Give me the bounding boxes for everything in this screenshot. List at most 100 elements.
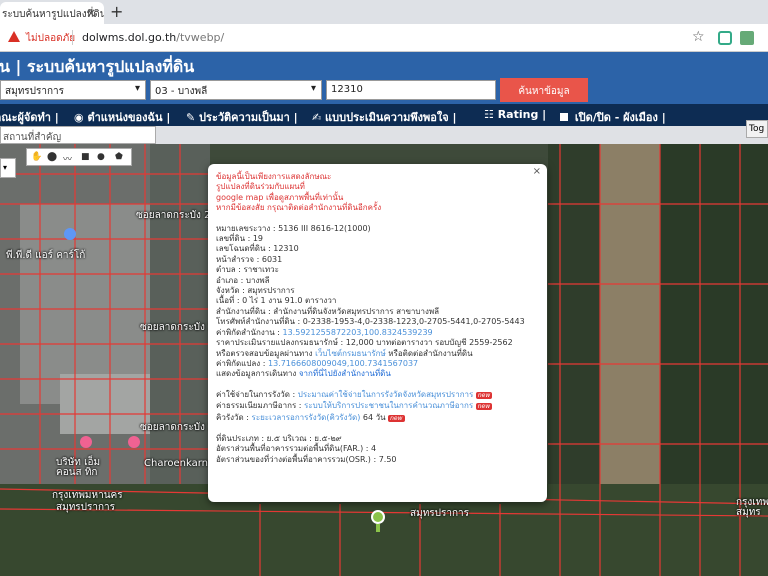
polyline-icon[interactable]: 〰 xyxy=(63,152,73,165)
chevron-down-icon: ▾ xyxy=(3,163,8,172)
parcel-coordinate: ค่าพิกัดแปลง : 13.7166608009049,100.7341… xyxy=(216,359,539,369)
browser-tabbar: ระบบค้นหารูปแปลงที่ดิน × + xyxy=(0,0,768,24)
tab-close-icon[interactable]: × xyxy=(86,6,96,20)
url-host: dolwms.dol.go.th xyxy=(82,31,177,44)
fee-line: ค่าธรรมเนียมภาษีอากร : ระบบให้บริการประช… xyxy=(216,401,539,412)
chevron-down-icon: ▾ xyxy=(310,83,316,94)
address-bar[interactable]: ไม่ปลอดภัย dolwms.dol.go.th/tvwebp/ ☆ xyxy=(0,24,768,52)
url-text[interactable]: dolwms.dol.go.th/tvwebp/ xyxy=(82,31,224,44)
map-label-company: บริษัท เอ็ม คอนส ทิก xyxy=(56,457,101,478)
route-link[interactable]: จากที่นี่ไปยังสำนักงานที่ดิน xyxy=(299,369,391,378)
far-line: อัตราส่วนพื้นที่อาคารรวมต่อพื้นที่ดิน(FA… xyxy=(216,444,377,454)
detail-line: หน้าสำรวจ : 6031 xyxy=(216,254,283,264)
menu-item-label: Rating xyxy=(497,108,539,121)
parcel-coordinate-link[interactable]: 13.7166608009049,100.7341567037 xyxy=(268,359,418,368)
map-type-dropdown[interactable]: ▾ xyxy=(0,158,16,178)
site-header: ที่ดิน | ระบบค้นหารูปแปลงที่ดิน xyxy=(0,52,768,78)
queue-label: คิวรังวัด : xyxy=(216,412,252,422)
detail-line: หมายเลขระวาง : 5136 III 8616-12(1000) xyxy=(216,223,371,233)
url-path: /tvwebp/ xyxy=(176,31,225,44)
check-suffix: หรือติดต่อสำนักงานที่ดิน xyxy=(385,348,473,358)
cost-line: ค่าใช้จ่ายในการรังวัด : ประมาณค่าใช้จ่าย… xyxy=(216,390,539,401)
parcel-info-popup: × ข้อมูลนี้เป็นเพียงการแสดงลักษณะ รูปแปล… xyxy=(208,164,547,502)
cost-link[interactable]: ประมาณค่าใช้จ่ายในการรังวัดจังหวัดสมุทรป… xyxy=(298,390,474,399)
detail-line: เนื้อที่ : 0 ไร่ 1 งาน 91.0 ตารางวา xyxy=(216,296,337,306)
check-prefix: หรือตรวจสอบข้อมูลผ่านทาง xyxy=(216,348,316,358)
zoning-line: ที่ดินประเภท : ย.๕ บริเวณ : ย.๕-๒๙ xyxy=(216,433,342,443)
top-menu: คณะผู้จัดทำ | ◉ ตำแหน่งของฉัน | ✎ ประวัต… xyxy=(0,104,768,126)
map-pin-icon[interactable] xyxy=(64,228,76,240)
menu-item-label: แบบประเมินความพึงพอใจ xyxy=(325,111,449,124)
office-coordinate: ค่าพิกัดสำนักงาน : 13.5921255872203,100.… xyxy=(216,328,539,338)
warning-icon xyxy=(8,31,20,42)
menu-item-label: ประวัติความเป็นมา xyxy=(199,111,290,124)
notice-line: หากมีข้อสงสัย กรุณาติดต่อสำนักงานที่ดินอ… xyxy=(216,203,382,213)
insecure-label[interactable]: ไม่ปลอดภัย xyxy=(26,31,75,46)
detail-line: ตำบล : ราชาเทวะ xyxy=(216,265,279,275)
map-label-road: ซอยลาดกระบัง 2 xyxy=(140,422,215,433)
parcel-marker-tail xyxy=(376,524,380,532)
notice-line: ข้อมูลนี้เป็นเพียงการแสดงลักษณะ xyxy=(216,172,332,181)
chevron-down-icon: ▾ xyxy=(134,83,140,94)
route-prefix: แสดงข้อมูลการเดินทาง xyxy=(216,369,299,379)
menu-item-zoning-toggle[interactable]: เปิด/ปิด - ผังเมือง | xyxy=(560,108,666,126)
map-label-road: ซอยลาดกระบัง 2 xyxy=(136,210,211,221)
province-value: สมุทรปราการ xyxy=(5,86,65,97)
office-coordinate-label: ค่าพิกัดสำนักงาน : xyxy=(216,327,283,337)
close-icon[interactable]: × xyxy=(533,166,541,177)
queue-link[interactable]: ระยะเวลารอการรังวัด(คิวรังวัด) xyxy=(252,413,361,422)
cost-label: ค่าใช้จ่ายในการรังวัด : xyxy=(216,389,298,399)
new-badge: new xyxy=(475,391,493,399)
map-label-province: สมุทรปราการ xyxy=(56,502,116,513)
treasury-website-link[interactable]: เว็บไซต์กรมธนารักษ์ xyxy=(315,349,386,358)
drawing-toolbar: ✋ ⬤ 〰 ■ ● ⬟ xyxy=(26,148,132,166)
fee-label: ค่าธรรมเนียมภาษีอากร : xyxy=(216,401,305,411)
rectangle-icon[interactable]: ■ xyxy=(81,152,91,162)
map-pin-icon[interactable] xyxy=(128,436,140,448)
menu-item-survey[interactable]: ✍ แบบประเมินความพึงพอใจ | xyxy=(312,108,457,126)
office-coordinate-link[interactable]: 13.5921255872203,100.8324539239 xyxy=(283,328,433,337)
page-title: ที่ดิน | ระบบค้นหารูปแปลงที่ดิน xyxy=(0,57,195,76)
extension-icon-2[interactable] xyxy=(740,31,754,45)
search-button[interactable]: ค้นหาข้อมูล xyxy=(500,78,588,102)
menu-item-history[interactable]: ✎ ประวัติความเป็นมา | xyxy=(186,108,298,126)
fee-link[interactable]: ระบบให้บริการประชาชนในการคำนวณภาษีอากร xyxy=(304,401,473,410)
price-line: ราคาประเมินรายแปลงกรมธนารักษ์ : 12,000 บ… xyxy=(216,338,513,348)
menu-item-rating[interactable]: ☷ Rating | xyxy=(484,108,546,121)
detail-line: เลขที่ดิน : 19 xyxy=(216,234,264,244)
notice-line: รูปแปลงที่ดินร่วมกับแผนที่ xyxy=(216,182,305,192)
address-divider xyxy=(72,30,73,45)
menu-item-label: เปิด/ปิด - ผังเมือง xyxy=(574,111,658,124)
extension-icon[interactable] xyxy=(718,31,732,45)
detail-line: เลขโฉนดที่ดิน : 12310 xyxy=(216,244,299,254)
queue-value: 64 วัน xyxy=(360,412,386,422)
place-search-input[interactable]: สถานที่สำคัญ xyxy=(0,126,156,144)
checkbox-icon xyxy=(560,113,568,121)
toggle-button[interactable]: Tog xyxy=(746,120,768,138)
polygon-icon[interactable]: ⬟ xyxy=(115,152,125,162)
district-select[interactable]: 03 - บางพลี ▾ xyxy=(150,80,322,100)
new-tab-icon[interactable]: + xyxy=(110,2,123,21)
map-pin-icon[interactable] xyxy=(80,436,92,448)
bookmark-star-icon[interactable]: ☆ xyxy=(692,29,705,45)
district-value: 03 - บางพลี xyxy=(155,86,208,97)
circle-icon[interactable]: ● xyxy=(97,152,107,162)
pin-icon[interactable]: ⬤ xyxy=(47,152,57,162)
menu-item-team[interactable]: คณะผู้จัดทำ | xyxy=(0,108,59,126)
hand-icon[interactable]: ✋ xyxy=(31,152,42,162)
detail-line: โทรศัพท์สำนักงานที่ดิน : 0-2338-1953-4,0… xyxy=(216,317,525,327)
menu-item-my-location[interactable]: ◉ ตำแหน่งของฉัน | xyxy=(74,108,170,126)
search-row: สมุทรปราการ ▾ 03 - บางพลี ▾ 12310 ค้นหาข… xyxy=(0,78,768,104)
parcel-marker-icon[interactable] xyxy=(371,510,385,524)
map-label-company: พี.พี.ดี แอร์ คาร์โก้ xyxy=(6,250,86,261)
province-select[interactable]: สมุทรปราการ ▾ xyxy=(0,80,146,100)
parcel-coordinate-label: ค่าพิกัดแปลง : xyxy=(216,358,268,368)
check-line: หรือตรวจสอบข้อมูลผ่านทาง เว็บไซต์กรมธนาร… xyxy=(216,349,539,359)
parcel-number-input[interactable]: 12310 xyxy=(326,80,496,100)
map-label-region: กรุงเทพ สมุทร xyxy=(736,497,768,518)
browser-tab[interactable]: ระบบค้นหารูปแปลงที่ดิน × xyxy=(0,2,104,24)
new-badge: new xyxy=(388,414,405,422)
